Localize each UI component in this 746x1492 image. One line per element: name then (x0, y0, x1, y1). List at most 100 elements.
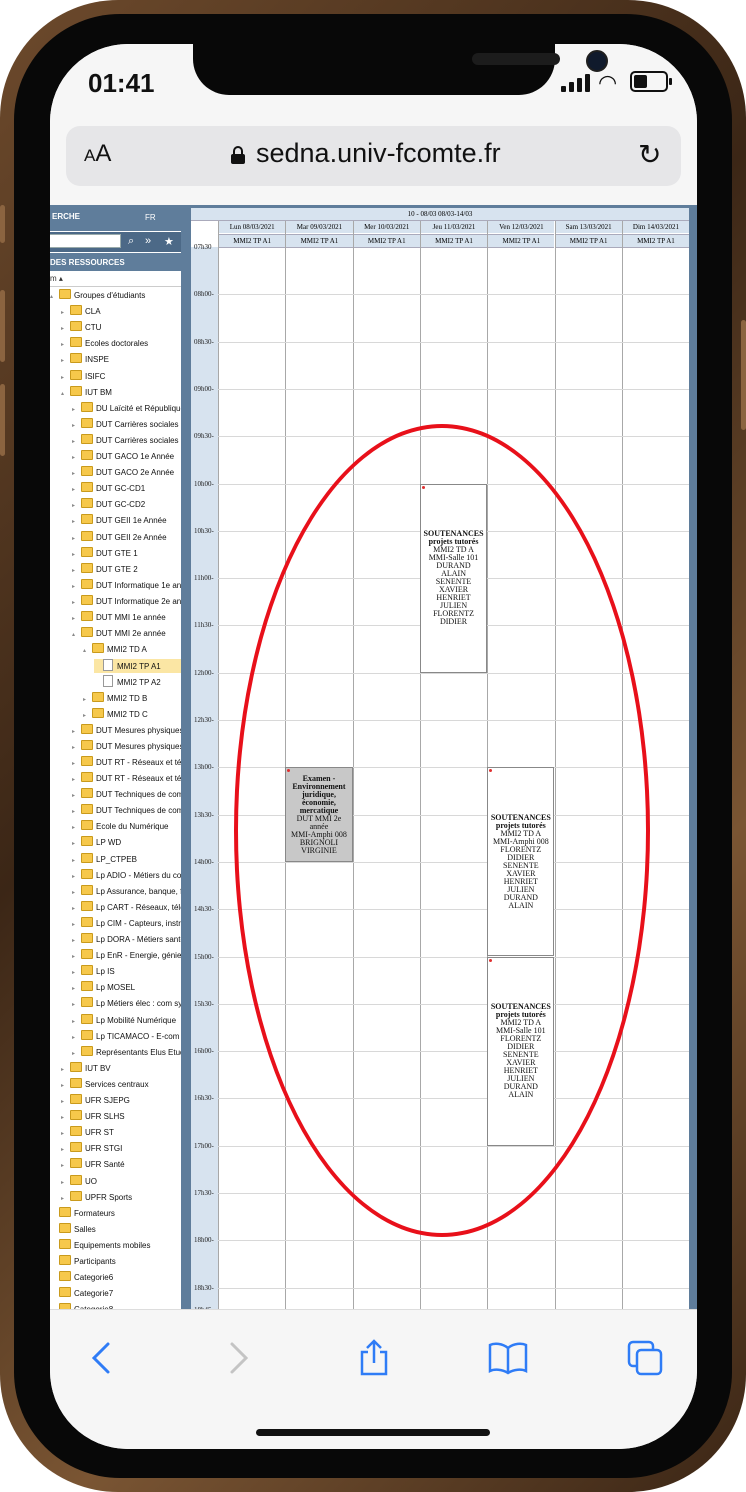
language-tab[interactable]: FR (145, 213, 156, 222)
expand-icon[interactable]: ▸ (61, 1192, 70, 1206)
tree-item[interactable]: ▸ Lp Assurance, banque, finar (72, 884, 181, 900)
expand-icon[interactable]: ▸ (61, 1159, 70, 1173)
tree-item[interactable]: Formateurs (50, 1206, 115, 1221)
tree-item[interactable]: ▸ Lp ADIO - Métiers du com in (72, 868, 181, 884)
tree-item[interactable]: ▸ UFR SJEPG (61, 1094, 130, 1108)
expand-icon[interactable]: ▸ (61, 1143, 70, 1157)
expand-icon[interactable]: ▸ (72, 467, 81, 481)
expand-icon[interactable]: ▸ (72, 483, 81, 497)
expand-icon[interactable]: ▸ (61, 354, 70, 368)
expand-icon[interactable]: ▸ (72, 854, 81, 868)
expand-icon[interactable]: ▸ (72, 1015, 81, 1029)
tree-item[interactable]: ▸ UFR ST (61, 1126, 114, 1140)
tree-item[interactable]: Categorie7 (50, 1287, 113, 1301)
expand-icon[interactable]: ▸ (72, 805, 81, 819)
tree-item[interactable]: ▸ IUT BV (61, 1061, 111, 1077)
expand-icon[interactable]: ▸ (72, 789, 81, 803)
expand-icon[interactable]: ▸ (72, 773, 81, 787)
expand-icon[interactable]: ▸ (72, 918, 81, 932)
day-header[interactable]: Sam 13/03/2021 (554, 221, 622, 233)
expand-icon[interactable]: ▸ (72, 934, 81, 948)
tree-item[interactable]: ▸ UFR SLHS (61, 1110, 125, 1124)
tabs-icon[interactable] (625, 1338, 665, 1378)
reload-icon[interactable]: ↻ (638, 138, 661, 171)
tree-item[interactable]: ▸ Services centraux (61, 1077, 149, 1092)
tree-item[interactable]: Participants (50, 1255, 116, 1269)
back-icon[interactable] (82, 1338, 122, 1378)
expand-icon[interactable]: ▸ (72, 596, 81, 610)
tree-item[interactable]: ▸ Lp IS (72, 965, 115, 979)
tree-item[interactable]: ▸ UPFR Sports (61, 1190, 132, 1206)
tree-item[interactable]: ▸ DUT Mesures physiques 1e (72, 723, 181, 739)
expand-icon[interactable]: ▸ (61, 1063, 70, 1077)
tree-item[interactable]: ▸ DUT GC-CD1 (72, 482, 145, 496)
expand-icon[interactable]: ▸ (72, 870, 81, 884)
expand-icon[interactable]: ▸ (72, 725, 81, 739)
bookmarks-icon[interactable] (488, 1338, 528, 1378)
expand-icon[interactable]: ▸ (72, 564, 81, 578)
tree-sort-header[interactable]: m ▴ (50, 272, 181, 287)
collapse-icon[interactable]: ▴ (83, 644, 92, 658)
tree-item[interactable]: ▸ DUT Mesures physiques 2e (72, 739, 181, 754)
expand-icon[interactable]: ▸ (61, 306, 70, 320)
tree-item[interactable]: MMI2 TP A1 (94, 659, 181, 674)
tree-item[interactable]: ▸ Ecoles doctorales (61, 337, 148, 351)
expand-icon[interactable]: ▸ (72, 757, 81, 771)
double-chevron-icon[interactable]: » (145, 235, 151, 247)
expand-icon[interactable]: ▸ (72, 966, 81, 980)
tree-item[interactable]: ▸ DUT Techniques de commer (72, 804, 181, 818)
tree-item[interactable]: ▸ DUT Informatique 1e année (72, 578, 181, 593)
tree-item[interactable]: ▸ Lp TICAMACO - E-com mar (72, 1029, 181, 1044)
expand-icon[interactable]: ▸ (72, 902, 81, 916)
expand-icon[interactable]: ▸ (72, 499, 81, 513)
tree-item[interactable]: ▸ DUT GTE 1 (72, 546, 138, 561)
tree-item[interactable]: ▸ Représentants Elus Etudiant (72, 1045, 181, 1060)
collapse-icon[interactable]: ▴ (72, 628, 81, 642)
expand-icon[interactable]: ▸ (61, 1095, 70, 1109)
tree-item[interactable]: ▸ DUT GACO 1e Année (72, 450, 174, 464)
tree-item[interactable]: ▸ Lp EnR - Energie, génie clim (72, 949, 181, 963)
day-header[interactable]: Mar 09/03/2021 (285, 221, 353, 233)
tree-item[interactable]: ▴ Groupes d'étudiants (50, 289, 145, 303)
search-tab[interactable]: ERCHE (52, 212, 80, 221)
expand-icon[interactable]: ▸ (72, 821, 81, 835)
expand-icon[interactable]: ▸ (72, 950, 81, 964)
tree-item[interactable]: ▴ MMI2 TD A (83, 643, 147, 657)
url-text[interactable]: sedna.univ-fcomte.fr (256, 138, 501, 169)
text-size-button[interactable]: AA (84, 140, 111, 168)
star-icon[interactable]: ★ (164, 235, 174, 248)
expand-icon[interactable]: ▸ (72, 998, 81, 1012)
tree-item[interactable]: ▸ CLA (61, 305, 101, 319)
expand-icon[interactable]: ▸ (72, 982, 81, 996)
day-header[interactable]: Jeu 11/03/2021 (419, 221, 488, 233)
tree-item[interactable]: ▸ DUT Carrières sociales 2e a (72, 433, 181, 449)
expand-icon[interactable]: ▸ (72, 886, 81, 900)
collapse-icon[interactable]: ▴ (50, 290, 59, 304)
tree-item[interactable]: ▸ DU Laïcité et République (72, 401, 181, 416)
expand-icon[interactable]: ▸ (72, 612, 81, 626)
tree-item[interactable]: ▴ DUT MMI 2e année (72, 627, 166, 641)
tree-item[interactable]: ▸ Lp MOSEL (72, 981, 135, 995)
tree-item[interactable]: ▸ DUT GEII 1e Année (72, 514, 167, 528)
day-header[interactable]: Ven 12/03/2021 (487, 221, 555, 233)
calendar-event[interactable]: Examen - Environnement juridique, économie,… (285, 767, 353, 862)
tree-item[interactable]: ▸ DUT GACO 2e Année (72, 466, 174, 480)
tree-item[interactable]: MMI2 TP A2 (94, 675, 161, 689)
share-icon[interactable] (354, 1338, 394, 1378)
expand-icon[interactable]: ▸ (72, 435, 81, 449)
tree-item[interactable]: ▸ CTU (61, 321, 101, 335)
tree-item[interactable]: ▸ LP_CTPEB (72, 852, 137, 868)
tree-item[interactable]: ▸ Lp DORA - Métiers santé : te (72, 933, 181, 947)
calendar-event[interactable]: SOUTENANCES projets tutorés MMI2 TD A MMI-S… (419, 483, 488, 673)
tree-item[interactable]: ▸ UFR Santé (61, 1158, 125, 1172)
tree-item[interactable]: ▸ MMI2 TD C (83, 707, 148, 722)
tree-item[interactable]: ▸ INSPE (61, 353, 109, 367)
tree-scrollbar[interactable] (181, 205, 191, 1309)
expand-icon[interactable]: ▸ (83, 693, 92, 707)
expand-icon[interactable]: ▸ (72, 837, 81, 851)
tree-item[interactable]: ▸ LP WD (72, 836, 121, 850)
day-header[interactable]: Lun 08/03/2021 (218, 221, 286, 233)
tree-item[interactable]: ▸ Ecole du Numérique (72, 820, 168, 834)
expand-icon[interactable]: ▸ (72, 515, 81, 529)
day-header[interactable]: Mer 10/03/2021 (352, 221, 420, 233)
